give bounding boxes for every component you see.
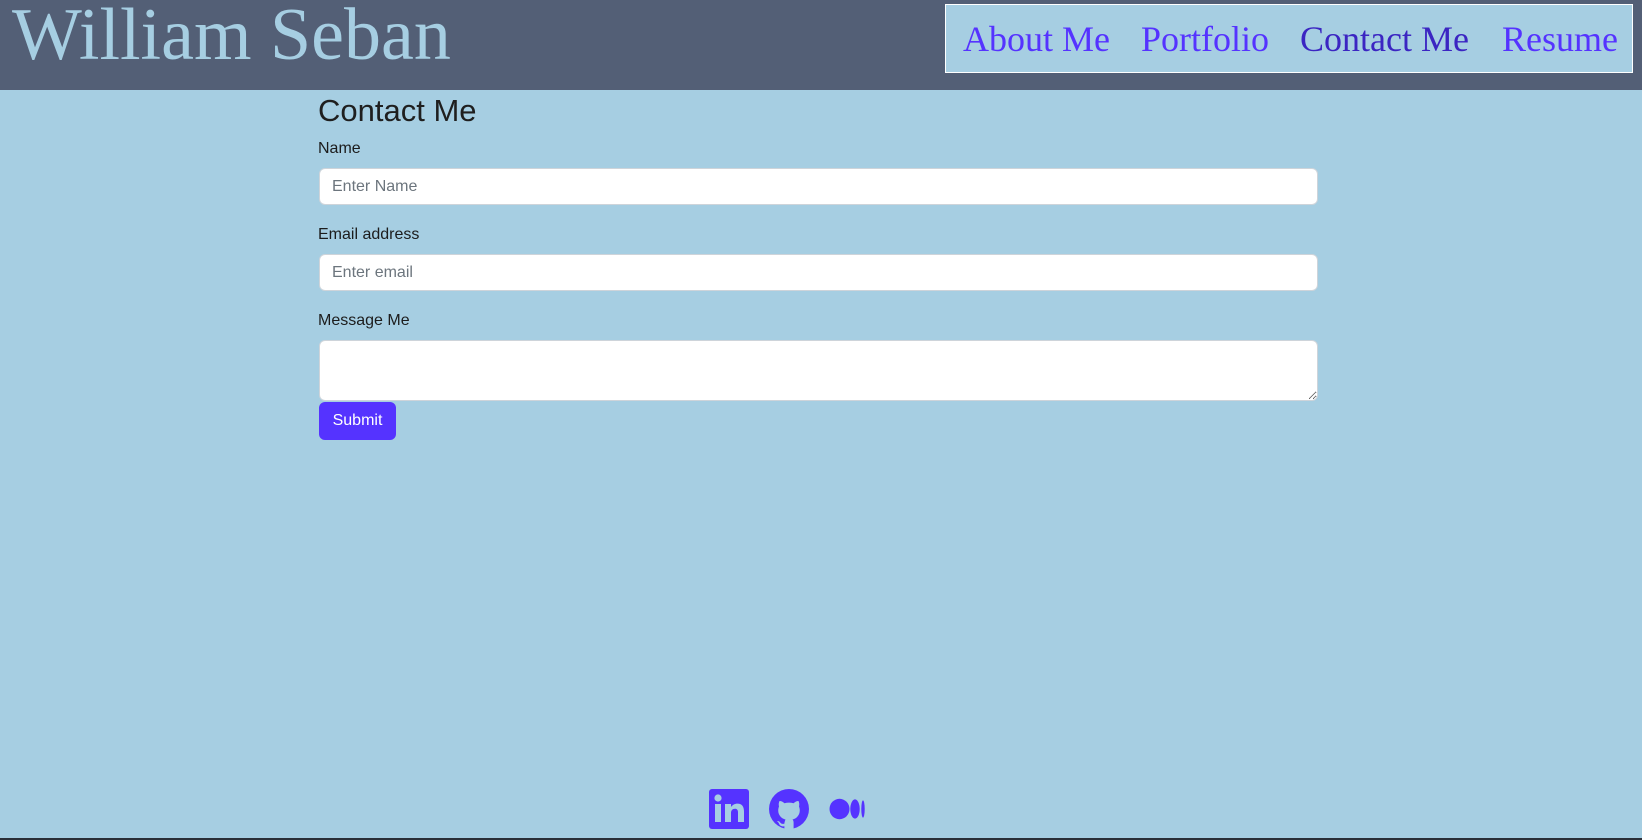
site-header: William Seban About Me Portfolio Contact… [0,0,1642,90]
message-label: Message Me [318,312,410,329]
main-nav: About Me Portfolio Contact Me Resume [945,4,1633,73]
nav-link-contact-me[interactable]: Contact Me [1300,19,1469,59]
social-links [708,788,868,830]
nav-link-resume[interactable]: Resume [1502,19,1618,59]
name-label: Name [318,140,361,157]
nav-link-about-me[interactable]: About Me [963,19,1110,59]
linkedin-icon[interactable] [708,788,750,830]
email-label: Email address [318,226,420,243]
message-textarea[interactable] [319,340,1318,401]
github-icon-graphic [769,789,809,830]
github-icon[interactable] [768,788,810,830]
page-title: Contact Me [318,93,477,128]
name-input[interactable] [319,168,1318,205]
medium-icon[interactable] [828,788,870,830]
site-title: William Seban [12,0,451,76]
medium-icon-graphic [829,798,865,820]
email-input[interactable] [319,254,1318,291]
submit-button[interactable]: Submit [319,402,396,440]
nav-link-portfolio[interactable]: Portfolio [1141,19,1269,59]
linkedin-icon-graphic [709,789,749,829]
